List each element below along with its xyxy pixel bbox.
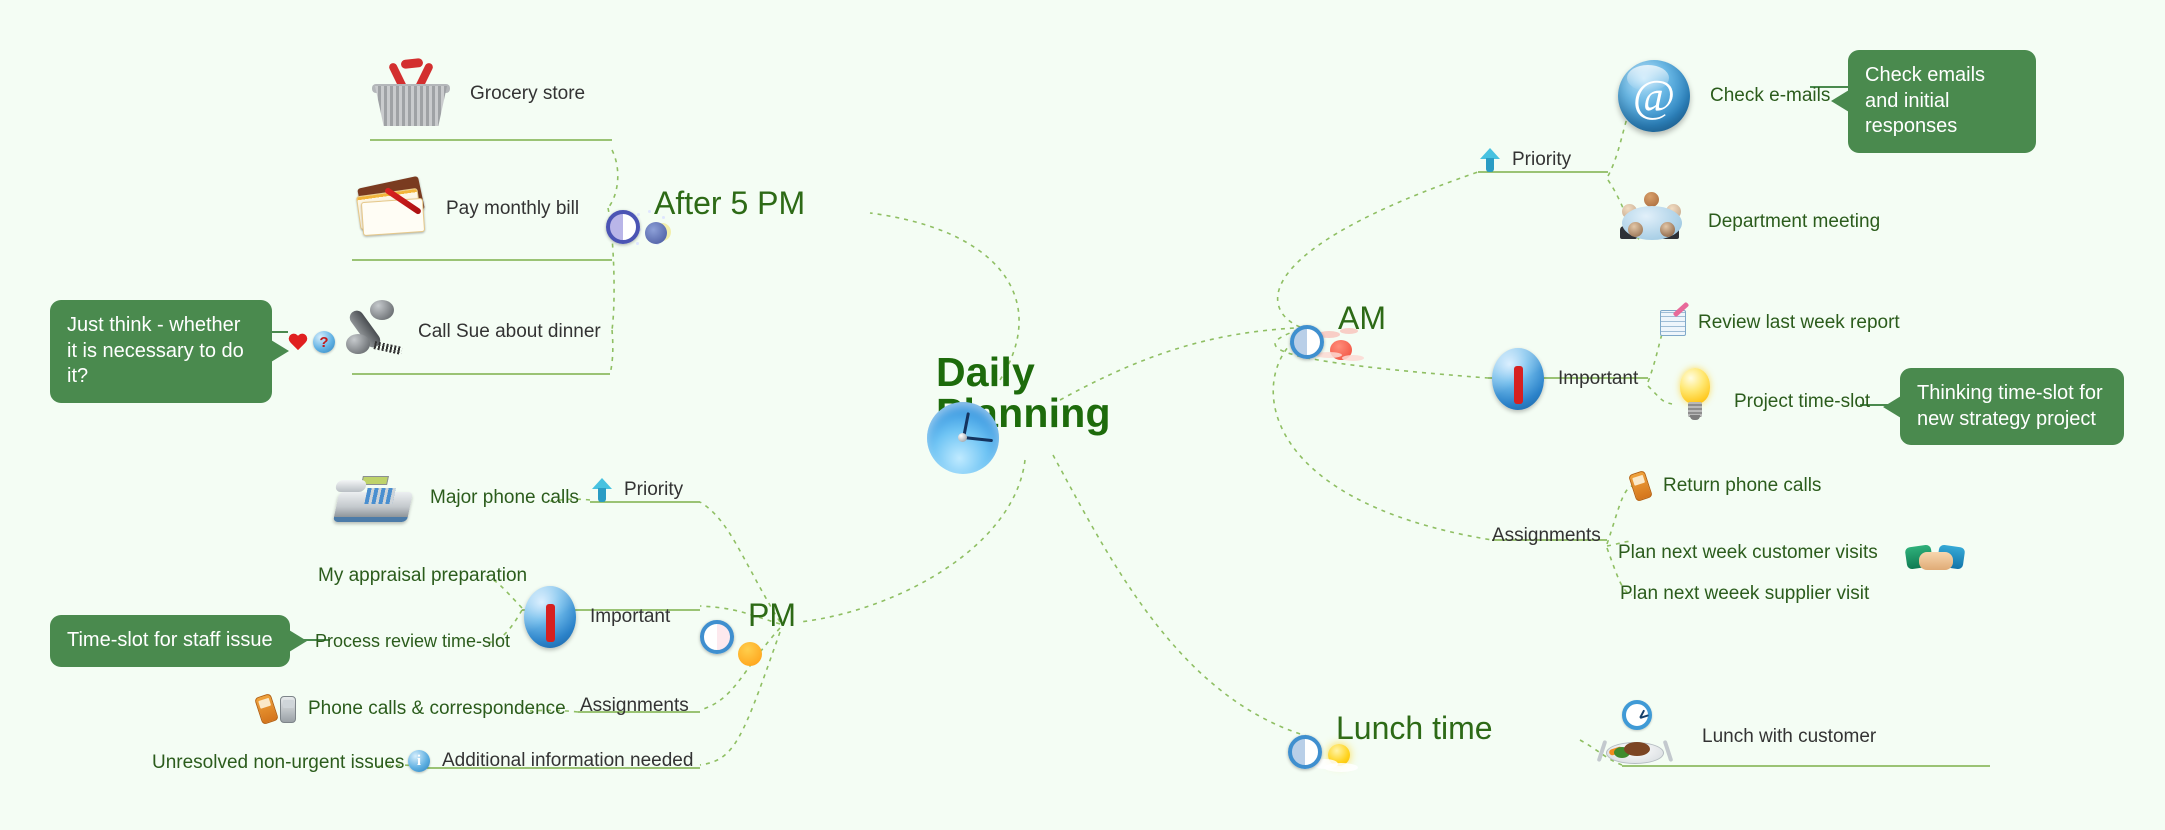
- callout-text: Just think - whether it is necessary to …: [67, 314, 244, 388]
- group-label: Additional information needed: [442, 750, 694, 771]
- group-label: Priority: [1512, 149, 1572, 170]
- topic-label: Major phone calls: [430, 487, 579, 508]
- heart-icon: [288, 334, 308, 352]
- callout-text: Check emails and initial responses: [1865, 64, 1986, 138]
- mobile-phone-icon: [1628, 470, 1653, 502]
- important-exclamation-icon: [524, 586, 576, 648]
- topic-return-phone-calls[interactable]: Return phone calls: [1628, 470, 1822, 502]
- branch-after-5pm-label: After 5 PM: [654, 185, 806, 221]
- priority-arrow-icon: [1480, 148, 1500, 172]
- topic-plan-supplier-visit[interactable]: Plan next weeek supplier visit: [1620, 583, 1869, 605]
- group-pm-priority[interactable]: Priority: [592, 478, 683, 502]
- branch-pm-label: PM: [748, 597, 796, 633]
- root-node[interactable]: Daily Planning: [918, 349, 1111, 443]
- wall-clock-icon: [1622, 700, 1652, 730]
- topic-label: Department meeting: [1708, 211, 1881, 232]
- topic-unresolved-issues[interactable]: Unresolved non-urgent issues: [152, 752, 404, 774]
- topic-department-meeting[interactable]: Department meeting: [1614, 192, 1880, 252]
- group-pm-assignments[interactable]: Assignments: [580, 695, 689, 717]
- topic-check-emails[interactable]: @ Check e-mails: [1618, 60, 1830, 132]
- topic-project-time-slot[interactable]: Project time-slot: [1678, 368, 1870, 420]
- topic-label: Lunch with customer: [1702, 726, 1877, 747]
- topic-label: Plan next week customer visits: [1618, 542, 1878, 563]
- group-label: Important: [590, 606, 671, 627]
- note-pencil-icon: [1660, 301, 1690, 336]
- topic-label: Call Sue about dinner: [418, 321, 601, 342]
- topic-label: Grocery store: [470, 83, 586, 104]
- callout-text: Time-slot for staff issue: [67, 629, 273, 651]
- topic-review-last-week-report[interactable]: Review last week report: [1660, 301, 1900, 336]
- topic-pay-monthly-bill[interactable]: Pay monthly bill: [355, 175, 580, 238]
- branch-pm[interactable]: PM: [700, 597, 796, 666]
- callout-just-think[interactable]: Just think - whether it is necessary to …: [50, 300, 289, 403]
- handshake-icon: [1904, 544, 1966, 578]
- topic-label: Phone calls & correspondence: [308, 698, 566, 719]
- important-exclamation-icon: [1492, 348, 1544, 410]
- lightbulb-icon: [1678, 368, 1712, 420]
- callout-text: Thinking time-slot for new strategy proj…: [1917, 382, 2103, 430]
- lunch-plate-icon: [1596, 730, 1674, 764]
- callout-check-emails[interactable]: Check emails and initial responses: [1831, 50, 2036, 153]
- callout-time-slot-staff-issue[interactable]: Time-slot for staff issue: [50, 615, 307, 667]
- topic-process-review-time-slot[interactable]: Process review time-slot: [315, 631, 510, 652]
- telephone-handset-icon: [344, 300, 406, 358]
- group-label: Assignments: [580, 695, 689, 716]
- mobile-phones-icon: [280, 695, 296, 723]
- info-icon: i: [408, 750, 430, 772]
- callout-tail-icon: [289, 629, 307, 652]
- at-email-icon: @: [1618, 60, 1690, 132]
- group-label: Priority: [624, 479, 684, 500]
- topic-plan-customer-visits[interactable]: Plan next week customer visits: [1618, 528, 1966, 578]
- topic-phone-calls-correspondence[interactable]: Phone calls & correspondence: [254, 693, 566, 725]
- group-am-assignments[interactable]: Assignments: [1492, 525, 1601, 547]
- topic-grocery-store[interactable]: Grocery store: [372, 57, 586, 126]
- callout-tail-icon: [1831, 90, 1849, 113]
- shopping-basket-icon: [372, 57, 450, 126]
- desk-phone-icon: [332, 470, 414, 522]
- topic-lunch-with-customer[interactable]: Lunch with customer: [1596, 700, 1877, 766]
- topic-label: My appraisal preparation: [318, 565, 528, 586]
- topic-label: Check e-mails: [1710, 85, 1831, 106]
- callout-project-time-slot[interactable]: Thinking time-slot for new strategy proj…: [1883, 368, 2124, 446]
- callout-tail-icon: [271, 340, 289, 363]
- group-pm-additional-information[interactable]: i Additional information needed: [408, 750, 693, 772]
- branch-lunch-label: Lunch time: [1336, 710, 1493, 746]
- branch-lunch-time[interactable]: Lunch time: [1288, 710, 1493, 772]
- topic-label: Project time-slot: [1734, 391, 1871, 412]
- question-icon: ?: [313, 331, 335, 353]
- mobile-phone-icon: [254, 693, 279, 725]
- root-title-line1: Daily: [936, 349, 1035, 395]
- branch-am[interactable]: AM: [1290, 300, 1386, 361]
- branch-after-5pm[interactable]: After 5 PM: [606, 185, 806, 245]
- priority-arrow-icon: [592, 478, 612, 502]
- topic-label: Review last week report: [1698, 312, 1900, 333]
- topic-my-appraisal-preparation[interactable]: My appraisal preparation: [318, 565, 527, 587]
- group-label: Important: [1558, 368, 1639, 389]
- topic-label: Plan next weeek supplier visit: [1620, 583, 1870, 604]
- topic-label: Return phone calls: [1663, 475, 1822, 496]
- group-pm-important[interactable]: Important: [524, 586, 670, 648]
- topic-major-phone-calls[interactable]: Major phone calls: [332, 470, 579, 522]
- mind-map-canvas: Daily Planning After 5 PM Grocery store: [0, 0, 2165, 830]
- group-am-important[interactable]: Important: [1492, 348, 1638, 410]
- meeting-table-icon: [1614, 192, 1690, 252]
- topic-call-sue-about-dinner[interactable]: ? Call Sue about dinner: [288, 300, 601, 358]
- topic-label: Process review time-slot: [315, 631, 511, 651]
- group-am-priority[interactable]: Priority: [1480, 148, 1571, 172]
- topic-label: Pay monthly bill: [446, 198, 580, 219]
- topic-label: Unresolved non-urgent issues: [152, 752, 405, 773]
- bills-pen-icon: [355, 175, 428, 238]
- callout-tail-icon: [1883, 395, 1901, 418]
- group-label: Assignments: [1492, 525, 1601, 546]
